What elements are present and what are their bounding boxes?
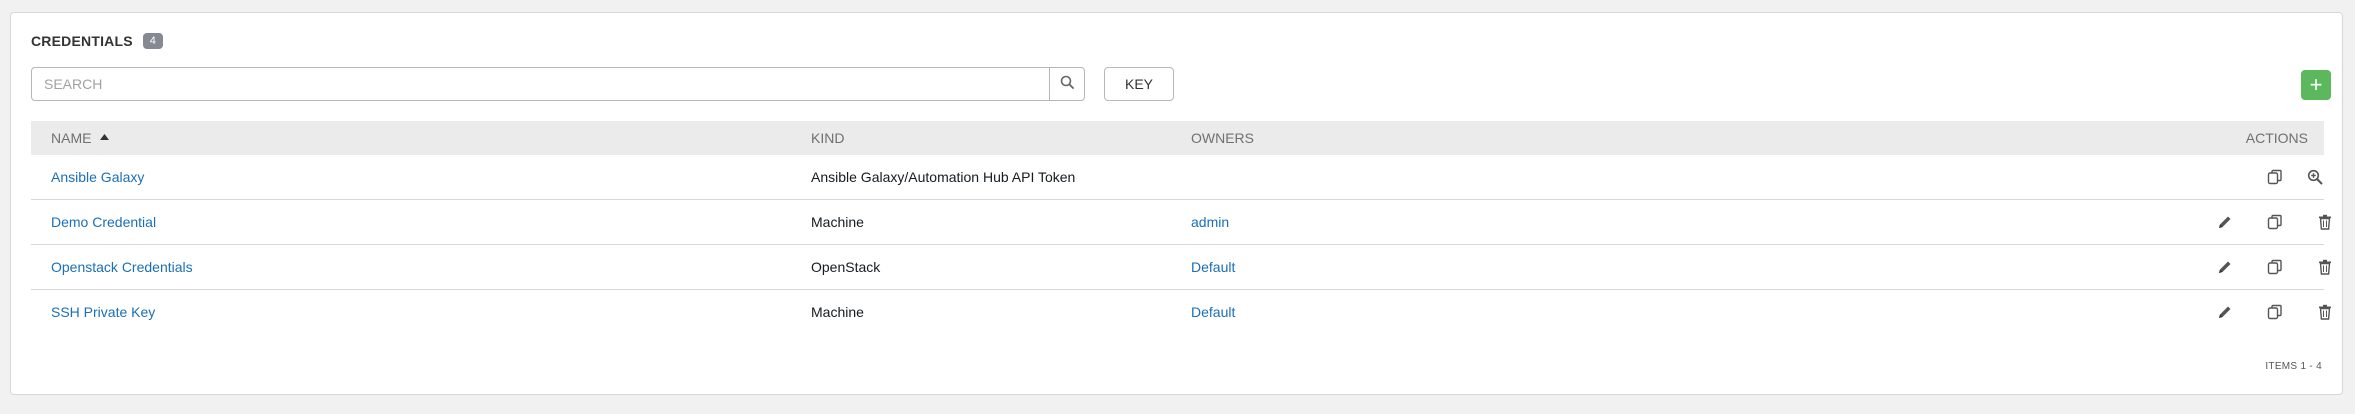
count-badge: 4 xyxy=(142,33,163,49)
table-row: Ansible Galaxy Ansible Galaxy/Automation… xyxy=(31,155,2324,200)
edit-icon[interactable] xyxy=(2216,258,2234,276)
copy-icon[interactable] xyxy=(2266,168,2284,186)
credentials-table: NAME KIND OWNERS ACTIONS Ansible Galaxy … xyxy=(31,121,2331,334)
table-header: NAME KIND OWNERS ACTIONS xyxy=(31,121,2324,155)
row-actions xyxy=(2174,155,2324,199)
search-icon xyxy=(1060,75,1074,94)
column-header-kind: KIND xyxy=(811,121,844,155)
copy-icon[interactable] xyxy=(2266,213,2284,231)
credentials-panel: CREDENTIALS 4 KEY + NAME KIND OWNERS ACT… xyxy=(10,12,2343,395)
credential-name-link[interactable]: SSH Private Key xyxy=(51,304,155,320)
credential-kind: Machine xyxy=(811,214,864,230)
credential-name-link[interactable]: Openstack Credentials xyxy=(51,259,193,275)
table-row: Openstack Credentials OpenStack Default xyxy=(31,245,2331,290)
search-bar xyxy=(31,67,1085,101)
credential-name-link[interactable]: Demo Credential xyxy=(51,214,156,230)
key-button[interactable]: KEY xyxy=(1104,67,1174,101)
credential-kind: Machine xyxy=(811,304,864,320)
pagination-items: ITEMS 1 - 4 xyxy=(2265,361,2322,372)
search-button[interactable] xyxy=(1049,67,1085,101)
column-label-kind: KIND xyxy=(811,130,845,146)
credential-owner-link[interactable]: Default xyxy=(1191,259,1235,275)
delete-icon[interactable] xyxy=(2316,213,2334,231)
copy-icon[interactable] xyxy=(2266,258,2284,276)
credential-name-link[interactable]: Ansible Galaxy xyxy=(51,169,144,185)
column-header-name[interactable]: NAME xyxy=(51,121,110,155)
column-header-owners: OWNERS xyxy=(1191,121,1254,155)
add-button[interactable]: + xyxy=(2301,70,2331,100)
column-label-name: NAME xyxy=(51,130,92,146)
edit-icon[interactable] xyxy=(2216,303,2234,321)
column-label-owners: OWNERS xyxy=(1191,130,1254,146)
edit-icon[interactable] xyxy=(2216,213,2234,231)
row-actions xyxy=(2174,290,2331,334)
delete-icon[interactable] xyxy=(2316,303,2334,321)
delete-icon[interactable] xyxy=(2316,258,2334,276)
page-title: CREDENTIALS xyxy=(31,33,133,49)
credential-owner-link[interactable]: Default xyxy=(1191,304,1235,320)
search-input[interactable] xyxy=(31,67,1049,101)
copy-icon[interactable] xyxy=(2266,303,2284,321)
credential-kind: OpenStack xyxy=(811,259,881,275)
panel-header: CREDENTIALS 4 xyxy=(31,33,163,49)
sort-ascending-icon xyxy=(100,127,110,143)
table-row: SSH Private Key Machine Default xyxy=(31,290,2331,334)
row-actions xyxy=(2174,245,2331,289)
view-icon[interactable] xyxy=(2306,168,2324,186)
row-actions xyxy=(2174,200,2331,244)
credential-owner-link[interactable]: admin xyxy=(1191,214,1229,230)
column-header-actions: ACTIONS xyxy=(2246,121,2308,155)
table-row: Demo Credential Machine admin xyxy=(31,200,2331,245)
credential-kind: Ansible Galaxy/Automation Hub API Token xyxy=(811,169,1076,185)
column-label-actions: ACTIONS xyxy=(2245,130,2308,146)
